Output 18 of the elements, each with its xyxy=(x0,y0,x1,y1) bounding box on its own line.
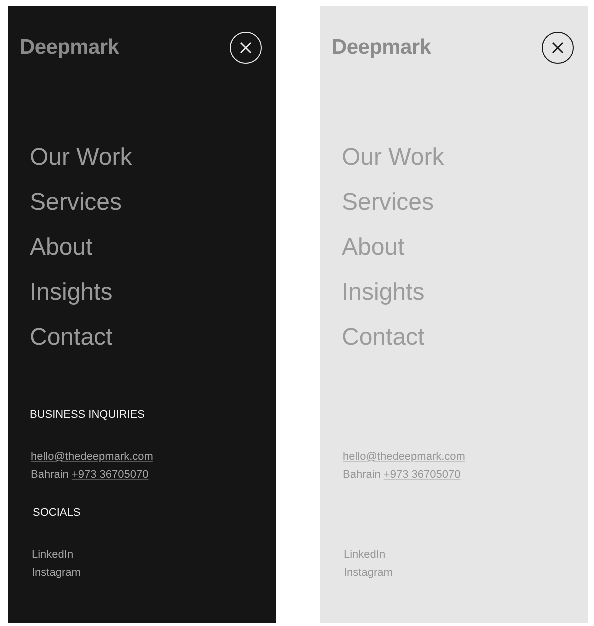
nav-link[interactable]: Our Work xyxy=(30,141,262,175)
close-icon xyxy=(552,42,564,54)
nav-link[interactable]: Contact xyxy=(30,321,262,355)
close-icon xyxy=(240,42,252,54)
social-link[interactable]: LinkedIn xyxy=(32,546,262,564)
phone-link[interactable]: +973 36705070 xyxy=(72,466,149,484)
social-link[interactable]: Instagram xyxy=(32,564,262,582)
section-heading: BUSINESS INQUIRIES xyxy=(30,408,146,422)
close-button[interactable] xyxy=(542,32,574,64)
email-link[interactable]: hello@thedeepmark.com xyxy=(31,451,154,463)
location-label: Bahrain xyxy=(343,468,381,483)
logo[interactable]: Deepmark xyxy=(332,36,432,60)
logo[interactable]: Deepmark xyxy=(20,36,120,60)
nav-link[interactable]: Services xyxy=(30,186,262,220)
section-heading: SOCIALS xyxy=(33,506,82,520)
location-label: Bahrain xyxy=(31,468,69,483)
nav-link[interactable]: Insights xyxy=(30,276,262,310)
nav-link[interactable]: About xyxy=(30,231,262,265)
